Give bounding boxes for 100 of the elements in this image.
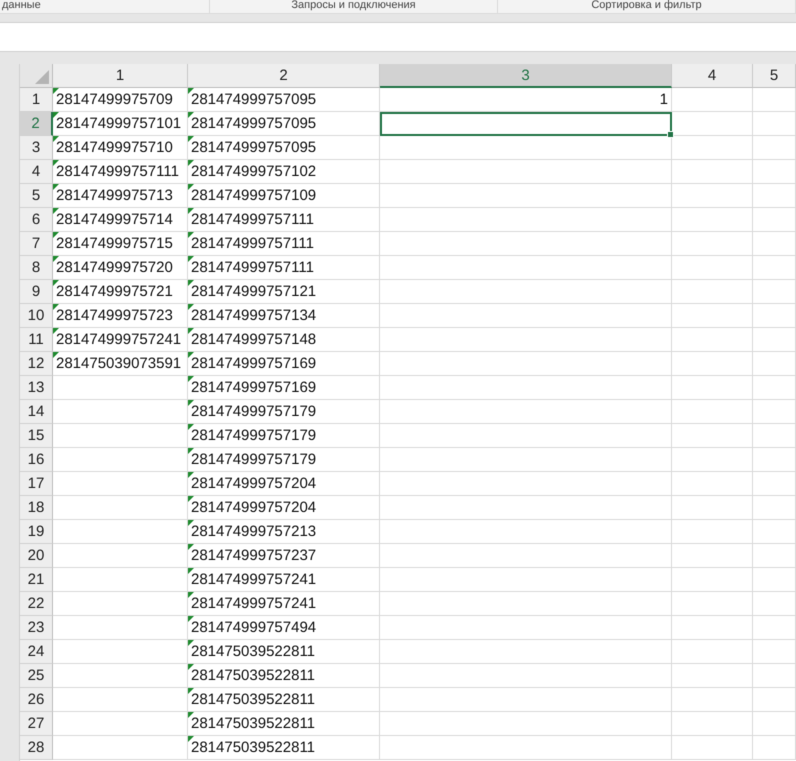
table-cell[interactable] xyxy=(380,136,672,160)
table-cell[interactable] xyxy=(753,184,796,208)
table-cell[interactable] xyxy=(753,736,796,760)
table-cell[interactable] xyxy=(53,544,188,568)
row-header[interactable]: 4 xyxy=(20,160,53,184)
table-cell[interactable]: 281474999757179 xyxy=(188,424,380,448)
table-cell[interactable]: 281474999757101 xyxy=(53,112,188,136)
row-header[interactable]: 21 xyxy=(20,568,53,592)
table-cell[interactable]: 1 xyxy=(380,88,672,112)
table-cell[interactable]: 281474999757204 xyxy=(188,496,380,520)
row-header[interactable]: 3 xyxy=(20,136,53,160)
row-header[interactable]: 7 xyxy=(20,232,53,256)
table-cell[interactable] xyxy=(672,424,753,448)
row-header[interactable]: 6 xyxy=(20,208,53,232)
table-cell[interactable]: 281474999757111 xyxy=(188,208,380,232)
table-cell[interactable] xyxy=(672,736,753,760)
row-header[interactable]: 10 xyxy=(20,304,53,328)
table-cell[interactable] xyxy=(672,208,753,232)
table-cell[interactable] xyxy=(753,88,796,112)
row-header[interactable]: 12 xyxy=(20,352,53,376)
column-header[interactable]: 3 xyxy=(380,64,672,88)
table-cell[interactable] xyxy=(672,304,753,328)
table-cell[interactable] xyxy=(672,184,753,208)
row-header[interactable]: 15 xyxy=(20,424,53,448)
row-header[interactable]: 8 xyxy=(20,256,53,280)
table-cell[interactable] xyxy=(380,520,672,544)
row-header[interactable]: 18 xyxy=(20,496,53,520)
column-header[interactable]: 5 xyxy=(753,64,796,88)
table-cell[interactable]: 28147499975714 xyxy=(53,208,188,232)
table-cell[interactable] xyxy=(53,424,188,448)
table-cell[interactable] xyxy=(380,112,672,136)
row-header[interactable]: 9 xyxy=(20,280,53,304)
table-cell[interactable]: 281474999757111 xyxy=(188,256,380,280)
table-cell[interactable]: 281475039522811 xyxy=(188,640,380,664)
table-cell[interactable] xyxy=(380,592,672,616)
table-cell[interactable] xyxy=(53,520,188,544)
table-cell[interactable] xyxy=(380,712,672,736)
table-cell[interactable] xyxy=(380,544,672,568)
table-cell[interactable]: 281474999757204 xyxy=(188,472,380,496)
table-cell[interactable] xyxy=(380,472,672,496)
column-header[interactable]: 2 xyxy=(188,64,380,88)
table-cell[interactable] xyxy=(380,568,672,592)
table-cell[interactable] xyxy=(672,616,753,640)
row-header[interactable]: 5 xyxy=(20,184,53,208)
table-cell[interactable]: 281475039522811 xyxy=(188,736,380,760)
table-cell[interactable] xyxy=(672,544,753,568)
table-cell[interactable] xyxy=(672,688,753,712)
table-cell[interactable]: 281474999757169 xyxy=(188,376,380,400)
table-cell[interactable] xyxy=(753,568,796,592)
table-cell[interactable] xyxy=(53,472,188,496)
table-cell[interactable] xyxy=(380,376,672,400)
table-cell[interactable] xyxy=(380,424,672,448)
table-cell[interactable]: 281475039522811 xyxy=(188,712,380,736)
table-cell[interactable] xyxy=(672,400,753,424)
table-cell[interactable] xyxy=(53,616,188,640)
table-cell[interactable] xyxy=(380,352,672,376)
row-header[interactable]: 27 xyxy=(20,712,53,736)
table-cell[interactable] xyxy=(380,616,672,640)
table-cell[interactable]: 281474999757237 xyxy=(188,544,380,568)
table-cell[interactable] xyxy=(380,208,672,232)
table-cell[interactable] xyxy=(753,328,796,352)
table-cell[interactable] xyxy=(53,568,188,592)
formula-bar[interactable] xyxy=(0,22,796,52)
row-header[interactable]: 14 xyxy=(20,400,53,424)
table-cell[interactable] xyxy=(753,592,796,616)
row-header[interactable]: 13 xyxy=(20,376,53,400)
table-cell[interactable]: 281474999757179 xyxy=(188,400,380,424)
table-cell[interactable] xyxy=(53,688,188,712)
table-cell[interactable] xyxy=(53,664,188,688)
table-cell[interactable] xyxy=(753,136,796,160)
table-cell[interactable] xyxy=(380,400,672,424)
table-cell[interactable] xyxy=(672,352,753,376)
row-header[interactable]: 2 xyxy=(20,112,53,136)
table-cell[interactable] xyxy=(753,496,796,520)
row-header[interactable]: 17 xyxy=(20,472,53,496)
table-cell[interactable]: 28147499975721 xyxy=(53,280,188,304)
table-cell[interactable]: 281474999757095 xyxy=(188,88,380,112)
table-cell[interactable] xyxy=(53,448,188,472)
select-all-corner[interactable] xyxy=(20,64,53,88)
table-cell[interactable] xyxy=(753,232,796,256)
table-cell[interactable] xyxy=(380,496,672,520)
table-cell[interactable] xyxy=(380,304,672,328)
table-cell[interactable]: 281475039073591 xyxy=(53,352,188,376)
table-cell[interactable]: 281474999757121 xyxy=(188,280,380,304)
table-cell[interactable]: 281474999757095 xyxy=(188,136,380,160)
table-cell[interactable]: 281474999757241 xyxy=(53,328,188,352)
table-cell[interactable]: 281475039522811 xyxy=(188,664,380,688)
table-cell[interactable] xyxy=(753,352,796,376)
table-cell[interactable] xyxy=(672,232,753,256)
table-cell[interactable] xyxy=(380,232,672,256)
table-cell[interactable] xyxy=(672,712,753,736)
table-cell[interactable] xyxy=(672,520,753,544)
table-cell[interactable]: 28147499975715 xyxy=(53,232,188,256)
table-cell[interactable] xyxy=(753,664,796,688)
table-cell[interactable]: 28147499975723 xyxy=(53,304,188,328)
table-cell[interactable] xyxy=(672,376,753,400)
table-cell[interactable]: 281474999757179 xyxy=(188,448,380,472)
table-cell[interactable] xyxy=(53,592,188,616)
table-cell[interactable] xyxy=(753,304,796,328)
table-cell[interactable] xyxy=(753,712,796,736)
